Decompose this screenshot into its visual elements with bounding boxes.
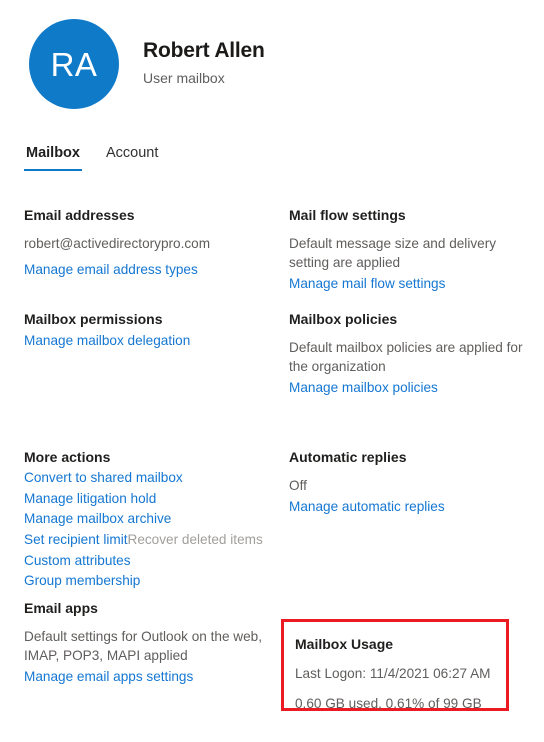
link-manage-email-address-types[interactable]: Manage email address types [24, 260, 276, 280]
section-title-mail-flow-settings: Mail flow settings [289, 207, 406, 223]
section-title-email-apps: Email apps [24, 600, 98, 616]
mailbox-policies-description: Default mailbox policies are applied for… [289, 339, 523, 375]
avatar: RA [29, 19, 119, 109]
section-title-more-actions: More actions [24, 449, 111, 465]
section-mailbox-permissions: Mailbox permissions Manage mailbox deleg… [24, 310, 276, 448]
section-email-apps: Email apps Default settings for Outlook … [24, 599, 276, 687]
section-more-actions: More actions Convert to shared mailbox M… [24, 448, 276, 599]
mailbox-usage-quota: 0.60 GB used, 0.61% of 99 GB [295, 695, 482, 711]
link-group-membership[interactable]: Group membership [24, 571, 276, 591]
tab-bar: Mailbox Account [24, 142, 160, 172]
link-convert-to-shared-mailbox[interactable]: Convert to shared mailbox [24, 468, 276, 488]
tab-mailbox[interactable]: Mailbox [24, 142, 82, 172]
email-apps-description: Default settings for Outlook on the web,… [24, 628, 263, 664]
link-manage-mail-flow-settings[interactable]: Manage mail flow settings [289, 274, 525, 294]
link-custom-attributes[interactable]: Custom attributes [24, 551, 276, 571]
mailbox-type-label: User mailbox [143, 70, 225, 87]
recipient-limit-row: Set recipient limitRecover deleted items [24, 530, 276, 550]
right-column: Mail flow settings Default message size … [289, 206, 525, 517]
section-title-mailbox-policies: Mailbox policies [289, 311, 398, 327]
mailbox-usage-last-logon: Last Logon: 11/4/2021 06:27 AM [295, 665, 491, 681]
link-manage-mailbox-archive[interactable]: Manage mailbox archive [24, 509, 276, 529]
automatic-replies-status: Off [289, 477, 307, 493]
section-automatic-replies: Automatic replies Off Manage automatic r… [289, 448, 525, 517]
section-title-email-addresses: Email addresses [24, 207, 135, 223]
link-manage-email-apps-settings[interactable]: Manage email apps settings [24, 667, 276, 687]
link-manage-automatic-replies[interactable]: Manage automatic replies [289, 497, 525, 517]
link-manage-litigation-hold[interactable]: Manage litigation hold [24, 489, 276, 509]
section-mailbox-policies: Mailbox policies Default mailbox policie… [289, 310, 525, 448]
page-title: Robert Allen [143, 39, 265, 62]
email-address-value: robert@activedirectorypro.com [24, 235, 211, 251]
left-column: Email addresses robert@activedirectorypr… [24, 206, 276, 687]
identity-block: Robert Allen User mailbox [143, 38, 265, 87]
link-recover-deleted-items-disabled: Recover deleted items [127, 532, 263, 547]
mailbox-header: RA Robert Allen User mailbox [0, 0, 544, 130]
tab-account[interactable]: Account [104, 142, 160, 171]
avatar-initials: RA [50, 45, 98, 83]
section-title-mailbox-permissions: Mailbox permissions [24, 311, 163, 327]
link-manage-mailbox-policies[interactable]: Manage mailbox policies [289, 378, 525, 398]
section-email-addresses: Email addresses robert@activedirectorypr… [24, 206, 276, 310]
section-title-mailbox-usage: Mailbox Usage [295, 636, 394, 652]
link-set-recipient-limit[interactable]: Set recipient limit [24, 532, 128, 547]
link-manage-mailbox-delegation[interactable]: Manage mailbox delegation [24, 331, 276, 351]
mailbox-usage-panel: Mailbox Usage Last Logon: 11/4/2021 06:2… [281, 619, 509, 711]
mail-flow-description: Default message size and delivery settin… [289, 235, 497, 271]
section-mail-flow-settings: Mail flow settings Default message size … [289, 206, 525, 310]
section-title-automatic-replies: Automatic replies [289, 449, 407, 465]
